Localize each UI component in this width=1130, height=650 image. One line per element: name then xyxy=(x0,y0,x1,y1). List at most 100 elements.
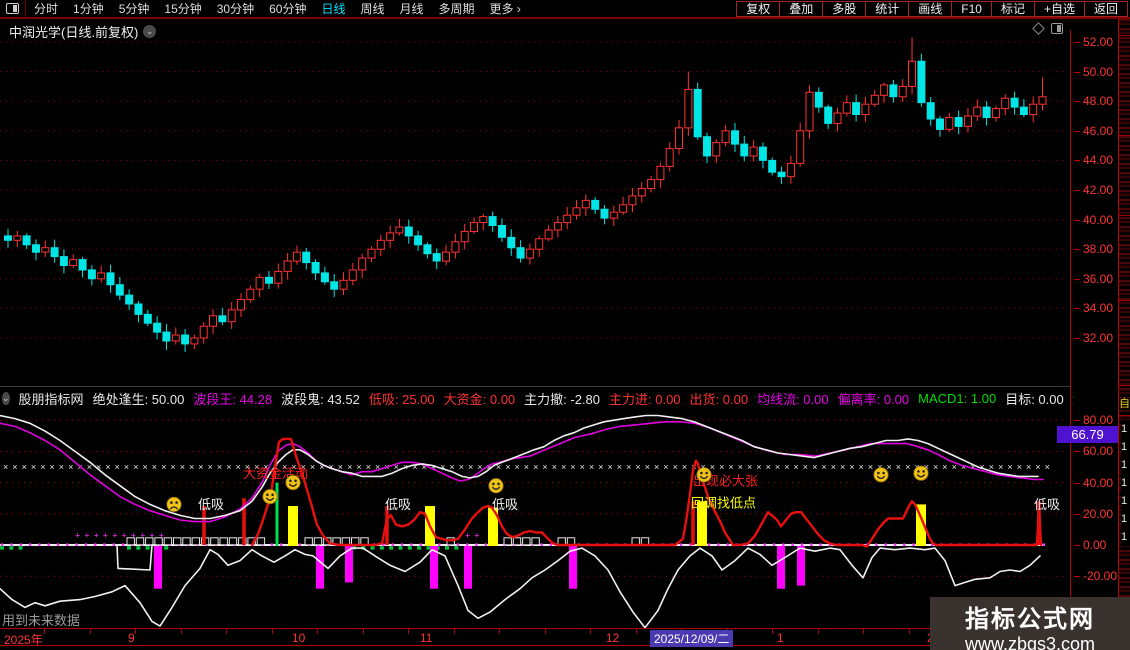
indicator-field-10: MACD1: 1.00 xyxy=(918,391,997,406)
period-item-10[interactable]: 更多 › xyxy=(490,0,521,17)
indicator-field-11: 目标: 0.00 xyxy=(1005,392,1064,407)
svg-text:×: × xyxy=(654,462,659,472)
indicator-axis-label: -20.00 xyxy=(1074,569,1117,583)
period-item-5[interactable]: 60分钟 xyxy=(269,0,306,17)
period-menu: 分时 1分钟 5分钟 15分钟 30分钟 60分钟 日线 周线 月线 多周期 更多 › xyxy=(34,0,521,17)
period-item-2[interactable]: 5分钟 xyxy=(119,0,150,17)
date-label: 12 xyxy=(606,631,620,645)
svg-text:×: × xyxy=(1035,462,1040,472)
date-tick xyxy=(909,629,910,634)
action-button-2[interactable]: 多股 xyxy=(822,0,867,17)
date-tick xyxy=(226,629,227,634)
indicator-axis-label: 0.00 xyxy=(1074,538,1106,552)
action-button-8[interactable]: 返回 xyxy=(1083,0,1128,17)
svg-text:×: × xyxy=(682,462,687,472)
action-button-7[interactable]: +自选 xyxy=(1033,0,1085,17)
period-item-9[interactable]: 多周期 xyxy=(439,0,475,17)
svg-text:×: × xyxy=(208,462,213,472)
main-candle-chart[interactable] xyxy=(0,30,1068,387)
svg-text:+: + xyxy=(94,531,99,541)
indicator-field-3: 低吸: 25.00 xyxy=(368,392,435,407)
svg-text:+: + xyxy=(474,531,479,541)
svg-text:×: × xyxy=(570,462,575,472)
indicator-field-7: 出货: 0.00 xyxy=(689,392,749,407)
watermark: 指标公式网 www.zbgs3.com xyxy=(930,597,1130,650)
price-axis-label: 50.00 xyxy=(1074,65,1113,79)
strip-divider xyxy=(1119,215,1130,216)
period-item-4[interactable]: 30分钟 xyxy=(217,0,254,17)
indicator-axis-label: 60.00 xyxy=(1074,444,1113,458)
tdx-app: 分时 1分钟 5分钟 15分钟 30分钟 60分钟 日线 周线 月线 多周期 更多 › 复权 叠加 多股… xyxy=(0,0,1130,650)
svg-text:×: × xyxy=(821,462,826,472)
svg-text:×: × xyxy=(552,462,557,472)
svg-text:×: × xyxy=(459,462,464,472)
period-item-1[interactable]: 1分钟 xyxy=(73,0,104,17)
svg-text:×: × xyxy=(524,462,529,472)
action-button-5[interactable]: F10 xyxy=(951,0,992,17)
period-item-0[interactable]: 分时 xyxy=(34,0,58,17)
date-label: 2025年 xyxy=(4,633,43,647)
svg-text:×: × xyxy=(310,462,315,472)
action-button-1[interactable]: 叠加 xyxy=(779,0,824,17)
action-button-6[interactable]: 标记 xyxy=(990,0,1035,17)
svg-text:×: × xyxy=(22,462,27,472)
svg-text:×: × xyxy=(161,462,166,472)
svg-text:×: × xyxy=(719,462,724,472)
toolbar-divider xyxy=(25,0,26,17)
svg-text:×: × xyxy=(794,462,799,472)
panel-divider[interactable] xyxy=(0,386,1070,387)
date-tick xyxy=(181,629,182,634)
svg-text:×: × xyxy=(1045,462,1050,472)
svg-text:×: × xyxy=(998,462,1003,472)
svg-text:×: × xyxy=(887,462,892,472)
svg-text:×: × xyxy=(775,462,780,472)
action-button-4[interactable]: 画线 xyxy=(908,0,953,17)
svg-text:×: × xyxy=(440,462,445,472)
svg-text:×: × xyxy=(542,462,547,472)
strip-divider xyxy=(1119,385,1130,386)
strip-divider xyxy=(1119,135,1130,136)
price-axis-label: 52.00 xyxy=(1074,35,1113,49)
svg-text:低吸: 低吸 xyxy=(385,497,411,512)
svg-text:×: × xyxy=(198,462,203,472)
svg-text:+: + xyxy=(75,531,80,541)
date-label-selected[interactable]: 2025/12/09/二 xyxy=(650,630,734,647)
right-edge-panel[interactable] xyxy=(1118,19,1130,650)
right-strip-tab[interactable]: 自 xyxy=(1119,398,1130,410)
svg-text:×: × xyxy=(533,462,538,472)
svg-text:×: × xyxy=(905,462,910,472)
date-tick xyxy=(363,629,364,634)
indicator-chart[interactable]: × × × × × × × × × × × × × × × × × × × × × × × × × × × × × × × × × × × × × × × ×… xyxy=(0,408,1068,628)
future-data-warning: 用到未来数据 xyxy=(2,613,81,628)
svg-text:×: × xyxy=(868,462,873,472)
period-item-6[interactable]: 日线 xyxy=(321,0,345,17)
svg-text:×: × xyxy=(1017,462,1022,472)
svg-text:×: × xyxy=(617,462,622,472)
svg-text:×: × xyxy=(728,462,733,472)
svg-text:×: × xyxy=(1007,462,1012,472)
price-axis-label: 38.00 xyxy=(1074,242,1113,256)
indicator-field-2: 波段鬼: 43.52 xyxy=(281,392,360,407)
price-axis-label: 40.00 xyxy=(1074,213,1113,227)
svg-text:×: × xyxy=(1026,462,1031,472)
svg-text:×: × xyxy=(12,462,17,472)
svg-text:×: × xyxy=(133,462,138,472)
svg-text:×: × xyxy=(515,462,520,472)
svg-text:+: + xyxy=(112,531,117,541)
indicator-field-6: 主力进: 0.00 xyxy=(609,392,681,407)
action-button-3[interactable]: 统计 xyxy=(865,0,910,17)
date-tick xyxy=(772,629,773,634)
period-item-3[interactable]: 15分钟 xyxy=(164,0,201,17)
svg-text:×: × xyxy=(226,462,231,472)
period-item-8[interactable]: 月线 xyxy=(400,0,424,17)
date-label: 9 xyxy=(128,631,135,645)
period-item-7[interactable]: 周线 xyxy=(360,0,384,17)
action-button-0[interactable]: 复权 xyxy=(736,0,781,17)
svg-text:×: × xyxy=(840,462,845,472)
indicator-chevron-icon[interactable]: ⌄ xyxy=(2,392,10,405)
price-axis-label: 44.00 xyxy=(1074,153,1113,167)
layout-toggle-icon[interactable] xyxy=(6,3,19,14)
indicator-field-9: 偏离率: 0.00 xyxy=(837,392,910,407)
svg-text:×: × xyxy=(710,462,715,472)
svg-text:×: × xyxy=(831,462,836,472)
